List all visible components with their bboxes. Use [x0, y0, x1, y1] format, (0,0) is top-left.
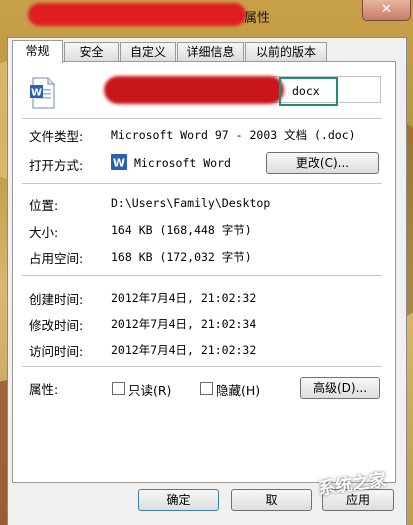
tab-details[interactable]: 详细信息	[177, 42, 244, 62]
divider	[22, 275, 382, 276]
change-button[interactable]: 更改(C)...	[266, 152, 379, 174]
window-title: 属性	[244, 11, 271, 26]
created-label: 创建时间:	[29, 292, 84, 307]
ok-button-label: 确定	[166, 493, 191, 507]
created-value: 2012年7月4日, 21:02:32	[111, 291, 257, 305]
open-with-app: Microsoft Word	[134, 156, 231, 170]
cancel-button[interactable]: 取	[231, 489, 312, 511]
general-panel	[12, 61, 396, 483]
title-bar: 属性 ✕	[0, 0, 413, 32]
redacted-filename	[104, 76, 284, 104]
readonly-checkbox[interactable]	[112, 382, 125, 395]
size-label: 大小:	[29, 225, 59, 240]
accessed-value: 2012年7月4日, 21:02:32	[111, 343, 257, 357]
divider	[22, 183, 382, 184]
disk-size-label: 占用空间:	[29, 251, 84, 266]
tab-label: 以前的版本	[255, 45, 316, 59]
cancel-button-label: 取	[265, 493, 278, 507]
hidden-label: 隐藏(H)	[216, 383, 261, 398]
tab-label: 详细信息	[186, 45, 235, 59]
tab-label: 常规	[25, 44, 50, 58]
tab-previous-versions[interactable]: 以前的版本	[245, 42, 327, 62]
hidden-checkbox[interactable]	[200, 382, 213, 395]
location-label: 位置:	[29, 198, 59, 213]
modified-value: 2012年7月4日, 21:02:34	[111, 317, 257, 331]
tab-custom[interactable]: 自定义	[120, 42, 176, 62]
advanced-button[interactable]: 高级(D)...	[300, 377, 380, 399]
svg-text:W: W	[31, 88, 42, 99]
open-with-label: 打开方式:	[29, 158, 84, 173]
word-document-icon: W	[30, 77, 55, 109]
divider	[22, 118, 382, 119]
tab-label: 安全	[79, 45, 104, 59]
properties-window: 属性 ✕ 常规 安全 自定义 详细信息 以前的版本 W docx 文件类型: M…	[0, 0, 413, 525]
close-icon: ✕	[381, 2, 392, 17]
modified-label: 修改时间:	[29, 318, 84, 333]
svg-text:W: W	[113, 157, 125, 170]
size-value: 164 KB (168,448 字节)	[111, 223, 252, 237]
redacted-filename	[28, 3, 246, 26]
change-button-label: 更改(C)...	[295, 156, 350, 170]
tab-general[interactable]: 常规	[12, 40, 63, 63]
ok-button[interactable]: 确定	[138, 489, 219, 511]
file-type-label: 文件类型:	[29, 129, 84, 144]
tab-label: 自定义	[129, 45, 166, 59]
advanced-button-label: 高级(D)...	[312, 381, 368, 395]
divider	[22, 366, 382, 367]
attributes-label: 属性:	[29, 382, 59, 397]
word-app-icon: W	[111, 154, 127, 170]
location-value: D:\Users\Family\Desktop	[111, 196, 271, 210]
disk-size-value: 168 KB (172,032 字节)	[111, 250, 252, 264]
close-button[interactable]: ✕	[362, 0, 411, 21]
readonly-label: 只读(R)	[128, 383, 172, 398]
file-type-value: Microsoft Word 97 - 2003 文档 (.doc)	[111, 128, 356, 142]
accessed-label: 访问时间:	[29, 344, 84, 359]
tab-security[interactable]: 安全	[64, 42, 119, 62]
filename-extension: docx	[292, 84, 320, 98]
